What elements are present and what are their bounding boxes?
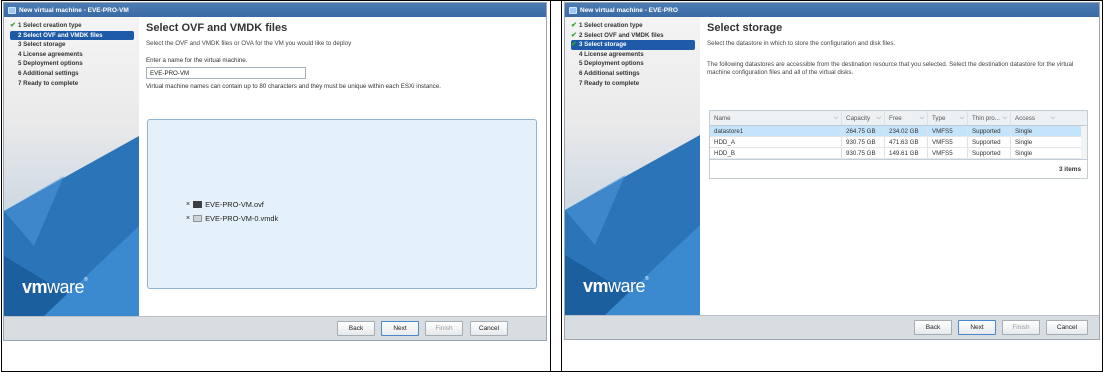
cancel-button[interactable]: Cancel — [470, 321, 508, 336]
vm-window-icon — [569, 6, 577, 14]
datastore-table: Name ⌵ Capacity ⌵ Free ⌵ Type ⌵ Thin pro... ⌵… — [709, 110, 1088, 179]
ovf-file-icon — [193, 201, 203, 208]
wizard-step-6[interactable]: 6 Additional settings — [571, 69, 695, 79]
wizard-step-5[interactable]: 5 Deployment options — [571, 59, 695, 69]
wizard-content: Select storage Select the datastore in w… — [707, 17, 1091, 315]
wizard-step-1[interactable]: ✔ 1 Select creation type — [10, 21, 134, 31]
window-title: New virtual machine - EVE-PRO — [580, 6, 678, 14]
file-drop-zone[interactable]: × EVE-PRO-VM.ovf × EVE-PRO-VM-0.vmdk — [147, 119, 537, 289]
vm-name-input[interactable] — [146, 67, 306, 79]
wizard-step-7[interactable]: 7 Ready to complete — [571, 79, 695, 89]
finish-button[interactable]: Finish — [425, 321, 463, 336]
vmdk-file-icon — [193, 215, 203, 222]
wizard-step-3[interactable]: ✔ 3 Select storage — [571, 40, 695, 50]
column-header-thin-provisioning[interactable]: Thin pro... ⌵ — [968, 111, 1011, 125]
checkmark-icon: ✔ — [571, 22, 577, 29]
wizard-content: Select OVF and VMDK files Select the OVF… — [146, 17, 538, 316]
item-count: 3 items — [710, 159, 1087, 178]
chevron-down-icon: ⌵ — [876, 114, 881, 121]
file-item-ovf: × EVE-PRO-VM.ovf — [186, 200, 264, 209]
chevron-down-icon: ⌵ — [833, 114, 838, 121]
wizard-step-4[interactable]: 4 License agreements — [10, 50, 134, 60]
column-header-name[interactable]: Name ⌵ — [710, 111, 842, 125]
wizard-step-3[interactable]: 3 Select storage — [10, 40, 134, 50]
wizard-step-6[interactable]: 6 Additional settings — [10, 69, 134, 79]
window-titlebar: New virtual machine - EVE-PRO — [565, 3, 1099, 17]
wizard-steps-list: ✔ 1 Select creation type ✔ 2 Select OVF an… — [565, 17, 700, 88]
new-vm-wizard-left: New virtual machine - EVE-PRO-VM ✔ 1 Sele… — [3, 2, 547, 341]
window-titlebar: New virtual machine - EVE-PRO-VM — [4, 3, 546, 17]
next-button[interactable]: Next — [381, 321, 419, 336]
wizard-step-7[interactable]: 7 Ready to complete — [10, 79, 134, 89]
new-vm-wizard-right: New virtual machine - EVE-PRO ✔ 1 Select … — [564, 2, 1100, 340]
table-row[interactable]: datastore1 264.75 GB 234.02 GB VMFS5 Sup… — [710, 126, 1087, 137]
vm-name-label: Enter a name for the virtual machine. — [146, 57, 248, 64]
page-description: Select the OVF and VMDK files or OVA for… — [146, 40, 352, 47]
wizard-steps-sidebar: ✔ 1 Select creation type ✔ 2 Select OVF an… — [565, 17, 700, 315]
page-title: Select storage — [707, 22, 783, 34]
left-screenshot-panel: New virtual machine - EVE-PRO-VM ✔ 1 Sele… — [1, 0, 551, 372]
checkmark-icon: ✔ — [571, 31, 577, 39]
wizard-step-5[interactable]: 5 Deployment options — [10, 59, 134, 69]
chevron-down-icon: ⌵ — [919, 114, 924, 121]
page-description: Select the datastore in which to store t… — [707, 40, 896, 47]
column-header-free[interactable]: Free ⌵ — [885, 111, 928, 125]
file-name: EVE-PRO-VM.ovf — [205, 200, 264, 209]
window-title: New virtual machine - EVE-PRO-VM — [19, 6, 129, 14]
table-row[interactable]: HDD_B 930.75 GB 149.61 GB VMFS5 Supporte… — [710, 148, 1087, 159]
chevron-down-icon: ⌵ — [959, 114, 964, 121]
datastore-description: The following datastores are accessible … — [707, 61, 1074, 76]
wizard-footer: Back Next Finish Cancel — [565, 315, 1099, 339]
right-screenshot-panel: New virtual machine - EVE-PRO ✔ 1 Select … — [561, 0, 1103, 372]
vm-name-hint: Virtual machine names can contain up to … — [146, 83, 441, 90]
panel-divider — [551, 0, 561, 372]
wizard-step-4[interactable]: 4 License agreements — [571, 50, 695, 60]
remove-file-button[interactable]: × — [186, 201, 190, 208]
column-header-capacity[interactable]: Capacity ⌵ — [842, 111, 885, 125]
wizard-steps-list: ✔ 1 Select creation type 2 Select OVF and… — [4, 17, 139, 88]
file-name: EVE-PRO-VM-0.vmdk — [205, 214, 279, 223]
cancel-button[interactable]: Cancel — [1046, 320, 1088, 335]
table-row[interactable]: HDD_A 930.75 GB 471.63 GB VMFS5 Supporte… — [710, 137, 1087, 148]
finish-button[interactable]: Finish — [1002, 320, 1040, 335]
remove-file-button[interactable]: × — [186, 215, 190, 222]
column-header-access[interactable]: Access ⌵ — [1011, 111, 1058, 125]
checkmark-icon: ✔ — [571, 41, 577, 49]
column-header-type[interactable]: Type ⌵ — [928, 111, 968, 125]
wizard-step-1[interactable]: ✔ 1 Select creation type — [571, 21, 695, 31]
wizard-step-2[interactable]: ✔ 2 Select OVF and VMDK files — [571, 31, 695, 41]
wizard-footer: Back Next Finish Cancel — [4, 316, 546, 340]
checkmark-icon: ✔ — [10, 22, 16, 29]
wizard-steps-sidebar: ✔ 1 Select creation type 2 Select OVF and… — [4, 17, 139, 316]
back-button[interactable]: Back — [337, 321, 375, 336]
file-item-vmdk: × EVE-PRO-VM-0.vmdk — [186, 214, 278, 223]
chevron-down-icon: ⌵ — [1050, 114, 1055, 121]
vm-window-icon — [8, 6, 16, 14]
wizard-step-2[interactable]: 2 Select OVF and VMDK files — [10, 30, 134, 41]
next-button[interactable]: Next — [958, 320, 996, 335]
vmware-logo: vmware® — [22, 277, 88, 297]
table-scrollbar[interactable] — [1081, 126, 1087, 159]
page-title: Select OVF and VMDK files — [146, 22, 288, 34]
table-header: Name ⌵ Capacity ⌵ Free ⌵ Type ⌵ Thin pro... ⌵… — [710, 111, 1087, 126]
chevron-down-icon: ⌵ — [1002, 114, 1007, 121]
back-button[interactable]: Back — [914, 320, 952, 335]
vmware-logo: vmware® — [583, 276, 649, 296]
